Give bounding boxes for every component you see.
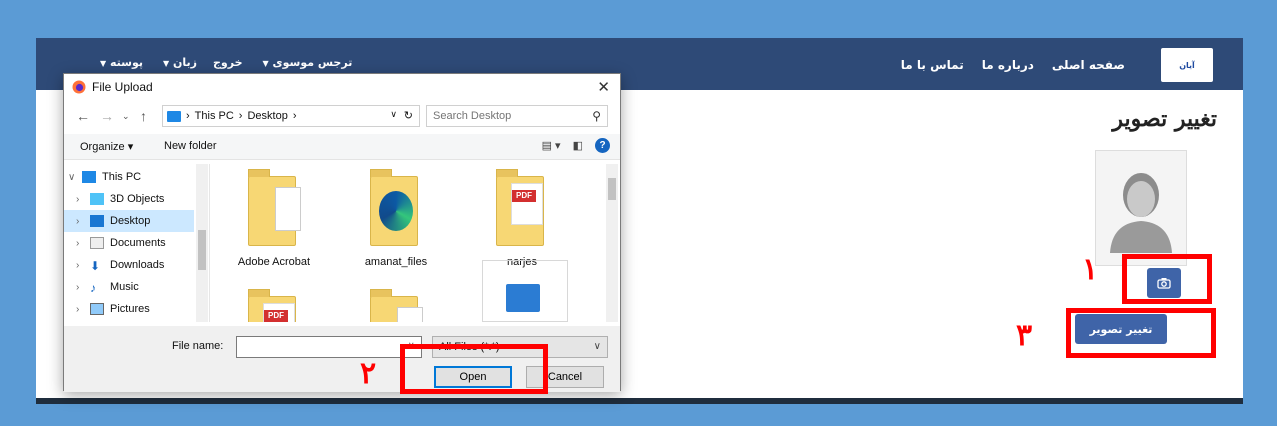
nav-user[interactable]: ▼ ترجس موسوی (259, 56, 353, 69)
folder-pdf-icon: PDF (496, 169, 544, 246)
nav-about[interactable]: درباره ما (982, 58, 1034, 72)
dialog-title: File Upload (92, 80, 153, 94)
nav-logout[interactable]: خروج (213, 56, 243, 69)
step-number-3: ۳ (1016, 318, 1033, 353)
highlight-box-3 (1066, 308, 1216, 358)
refresh-icon[interactable]: ↻ (404, 109, 413, 122)
search-input[interactable] (433, 110, 583, 122)
documents-icon (90, 237, 104, 249)
music-icon: ♪ (90, 281, 96, 295)
nav-theme[interactable]: ▼ پوسته (96, 56, 143, 69)
tree-item-music[interactable]: › ♪ Music (76, 276, 139, 298)
file-list-scrollbar[interactable] (606, 164, 618, 322)
pictures-icon (90, 303, 104, 315)
highlight-box-2 (400, 344, 548, 394)
tree-item-this-pc[interactable]: ∨ This PC (68, 166, 141, 188)
organize-menu[interactable]: Organize ▾ (80, 140, 133, 153)
firefox-icon (72, 80, 86, 94)
tree-item-desktop[interactable]: › Desktop (64, 210, 194, 232)
step-number-1: ۱ (1082, 252, 1099, 287)
nav-language[interactable]: ▼ زبان (159, 56, 197, 69)
this-pc-icon (167, 110, 181, 122)
address-bar[interactable]: › This PC › Desktop › ∨ ↻ (162, 105, 420, 127)
tree-item-documents[interactable]: › Documents (76, 232, 166, 254)
address-dropdown-icon[interactable]: ∨ (390, 109, 397, 120)
dialog-toolbar: Organize ▾ New folder ▤ ▾ ◧ ? (64, 134, 620, 160)
help-icon[interactable]: ? (595, 138, 610, 153)
desktop-icon (90, 215, 104, 227)
page-title: تغییر تصویر (1112, 106, 1217, 132)
folder-icon (370, 289, 423, 322)
tree-item-pictures[interactable]: › Pictures (76, 298, 150, 320)
preview-pane-icon[interactable]: ◧ (573, 139, 583, 152)
step-number-2: ۲ (360, 356, 377, 391)
close-icon[interactable]: ✕ (597, 78, 610, 96)
address-row: ← → ⌄ ↑ › This PC › Desktop › ∨ ↻ ⚲ (64, 104, 620, 130)
search-icon: ⚲ (592, 109, 601, 123)
search-box[interactable]: ⚲ (426, 105, 608, 127)
file-list: Adobe Acrobat amanat_files PDF narjes PD… (214, 164, 604, 322)
folder-pdf-icon: PDF (248, 289, 296, 322)
file-name-label: File name: (172, 340, 224, 352)
folder-icon (248, 169, 301, 246)
this-pc-icon (82, 171, 96, 183)
highlight-box-1 (1122, 254, 1212, 304)
chevron-down-icon: ∨ (593, 341, 601, 352)
nav-contact[interactable]: تماس با ما (901, 58, 964, 72)
tree-item-3d-objects[interactable]: › 3D Objects (76, 188, 164, 210)
3d-objects-icon (90, 193, 104, 205)
up-arrow-icon[interactable]: ↑ (140, 108, 147, 124)
back-arrow-icon[interactable]: ← (76, 108, 90, 124)
folder-edge-icon (370, 169, 418, 246)
recent-chevron-icon[interactable]: ⌄ (122, 111, 130, 122)
view-options-icon[interactable]: ▤ ▾ (542, 139, 561, 152)
breadcrumb-this-pc[interactable]: This PC (195, 110, 234, 122)
tree-item-downloads[interactable]: › ⬇ Downloads (76, 254, 164, 276)
nav-home[interactable]: صفحه اصلی (1052, 58, 1125, 72)
file-name-input[interactable] (236, 336, 422, 358)
forward-arrow-icon[interactable]: → (100, 108, 114, 124)
site-logo[interactable]: آیان (1161, 48, 1213, 82)
tree-scrollbar[interactable] (196, 164, 208, 322)
downloads-icon: ⬇ (90, 259, 101, 273)
dialog-titlebar: File Upload (64, 74, 620, 100)
breadcrumb-desktop[interactable]: Desktop (247, 110, 287, 122)
keyboard-app-icon (506, 284, 540, 312)
new-folder-button[interactable]: New folder (164, 140, 217, 152)
user-avatar-icon (1095, 150, 1187, 266)
navigation-tree: ∨ This PC › 3D Objects › Desktop › Docum… (64, 164, 210, 322)
file-item-6[interactable] (472, 260, 572, 322)
